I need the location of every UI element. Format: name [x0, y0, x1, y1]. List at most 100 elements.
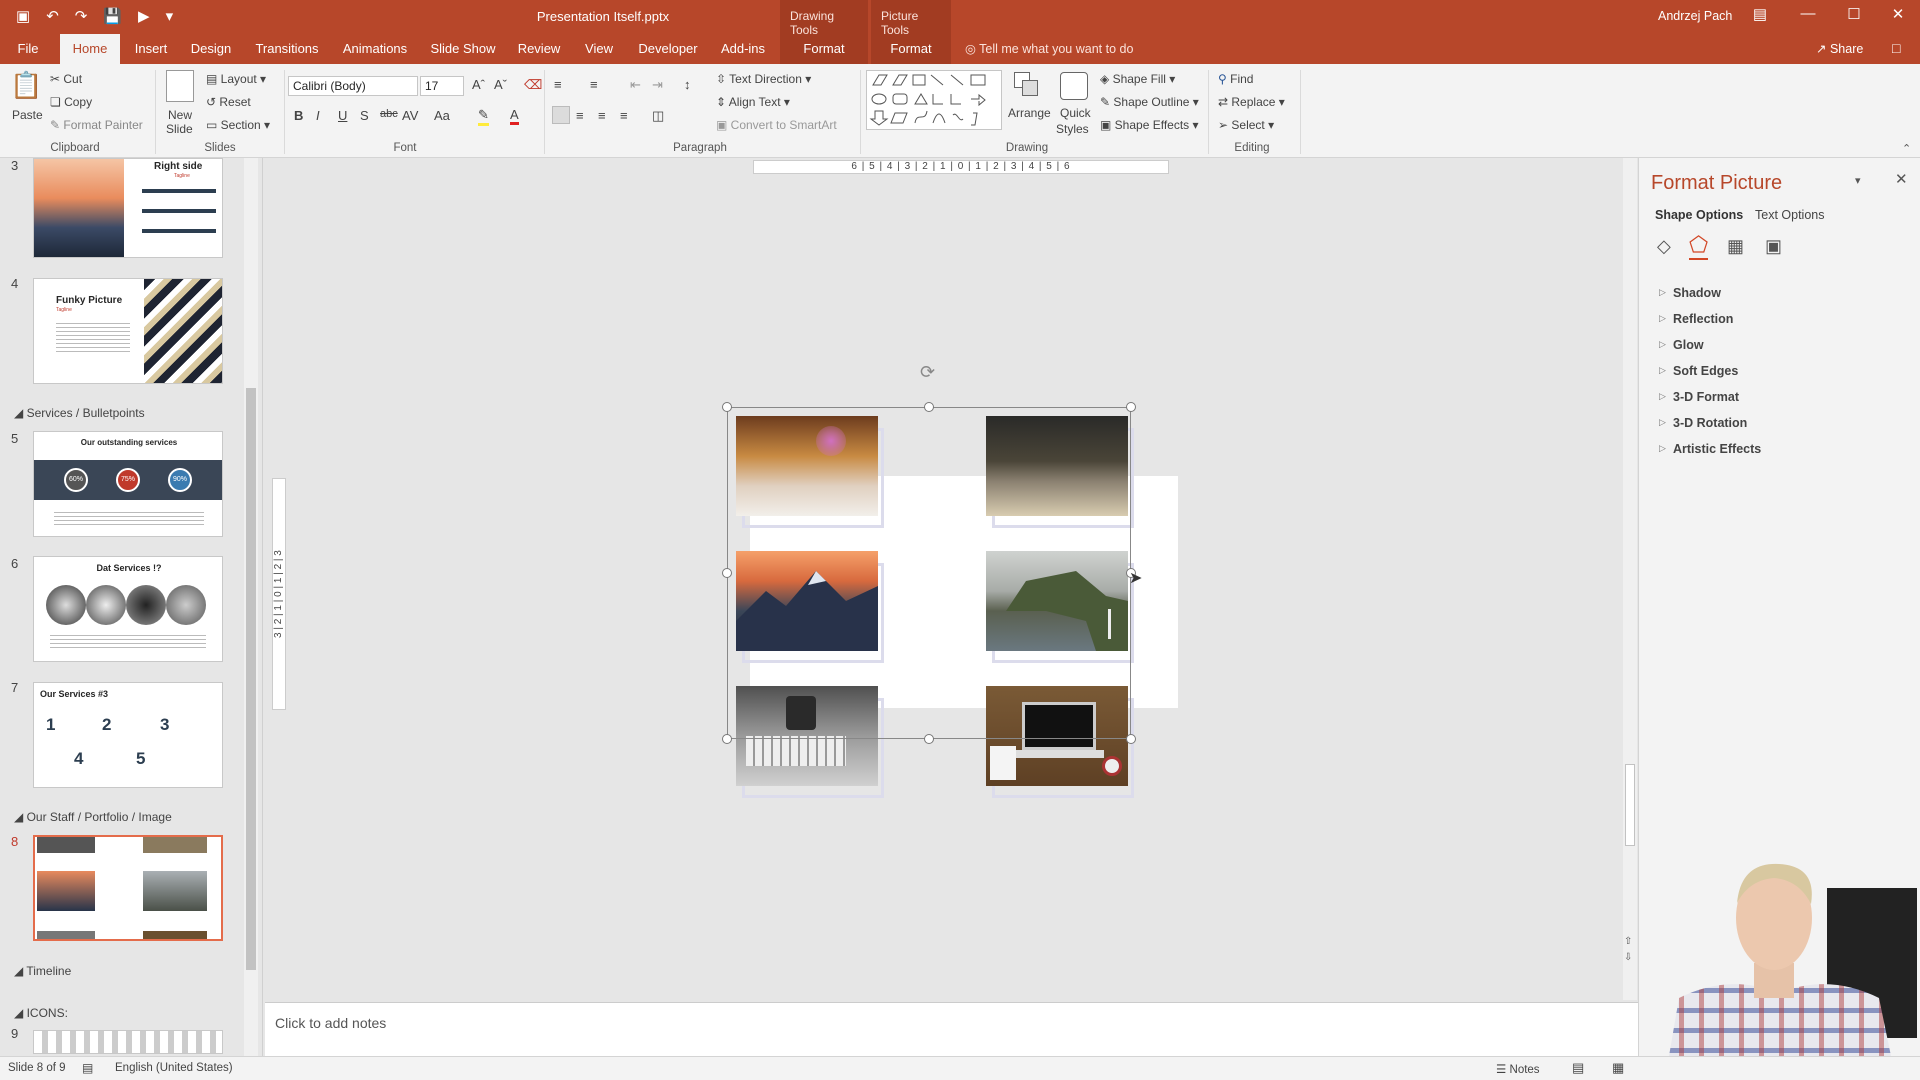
slide-thumbnail-7[interactable]: Our Services #3 1 2 3 4 5: [33, 682, 223, 788]
notes-toggle[interactable]: ☰ Notes: [1496, 1062, 1540, 1076]
slide-thumbnail-5[interactable]: Our outstanding services 60% 75% 90%: [33, 431, 223, 537]
paste-button[interactable]: Paste: [12, 108, 43, 122]
option-shadow[interactable]: Shadow: [1659, 286, 1721, 300]
align-right-icon[interactable]: ≡: [598, 108, 606, 123]
tab-transitions[interactable]: Transitions: [248, 34, 326, 64]
char-spacing-icon[interactable]: AV: [402, 108, 418, 123]
arrange-button[interactable]: Arrange: [1008, 106, 1051, 120]
option-soft-edges[interactable]: Soft Edges: [1659, 364, 1738, 378]
font-name-combo[interactable]: Calibri (Body): [288, 76, 418, 96]
canvas-scrollbar[interactable]: [1623, 158, 1637, 1000]
quick-styles-label-1[interactable]: Quick: [1060, 106, 1091, 120]
tell-me-search[interactable]: ◎ Tell me what you want to do: [965, 41, 1133, 56]
shape-fill-button[interactable]: ◈ Shape Fill ▾: [1100, 72, 1175, 86]
arrange-icon[interactable]: [1014, 72, 1040, 98]
section-services[interactable]: ◢ Services / Bulletpoints: [14, 406, 145, 420]
bullets-icon[interactable]: ≡: [554, 77, 562, 92]
strikethrough-icon[interactable]: abc: [380, 108, 398, 120]
slide-thumbnail-4[interactable]: Funky Picture Tagline: [33, 278, 223, 384]
section-icons[interactable]: ◢ ICONS:: [14, 1006, 68, 1020]
font-color-icon[interactable]: A: [510, 107, 519, 125]
language-indicator[interactable]: English (United States): [115, 1062, 233, 1074]
find-button[interactable]: ⚲ Find: [1218, 72, 1253, 86]
layout-button[interactable]: ▤ Layout ▾: [206, 72, 266, 86]
section-staff[interactable]: ◢ Our Staff / Portfolio / Image: [14, 810, 172, 824]
thumbnails-scroll-thumb[interactable]: [246, 388, 256, 970]
cut-button[interactable]: ✂ Cut: [50, 72, 82, 86]
ribbon-display-icon[interactable]: ▤: [1740, 5, 1780, 23]
close-icon[interactable]: ✕: [1878, 5, 1918, 23]
share-button[interactable]: ↗ Share: [1816, 41, 1863, 56]
copy-button[interactable]: ❏ Copy: [50, 95, 92, 109]
resize-handle-nw[interactable]: [722, 402, 732, 412]
slide-thumbnail-6[interactable]: Dat Services !?: [33, 556, 223, 662]
minimize-icon[interactable]: —: [1788, 5, 1828, 22]
numbering-icon[interactable]: ≡: [590, 77, 598, 92]
option-reflection[interactable]: Reflection: [1659, 312, 1734, 326]
tab-review[interactable]: Review: [514, 34, 564, 64]
resize-handle-se[interactable]: [1126, 734, 1136, 744]
tab-insert[interactable]: Insert: [128, 34, 174, 64]
tab-developer[interactable]: Developer: [634, 34, 702, 64]
collapse-ribbon-icon[interactable]: ⌃: [1902, 142, 1911, 155]
decrease-indent-icon[interactable]: ⇤: [630, 77, 641, 93]
resize-handle-s[interactable]: [924, 734, 934, 744]
align-center-icon[interactable]: ≡: [576, 108, 584, 123]
slide-thumbnail-9[interactable]: [33, 1030, 223, 1054]
shape-outline-button[interactable]: ✎ Shape Outline ▾: [1100, 95, 1199, 109]
tab-drawing-format[interactable]: Format: [780, 34, 868, 64]
fill-line-icon[interactable]: ◇: [1657, 236, 1671, 257]
next-slide-icon[interactable]: ⇩: [1624, 952, 1632, 963]
font-size-combo[interactable]: 17: [420, 76, 464, 96]
tab-design[interactable]: Design: [186, 34, 236, 64]
resize-handle-sw[interactable]: [722, 734, 732, 744]
option-artistic-effects[interactable]: Artistic Effects: [1659, 442, 1761, 456]
user-name[interactable]: Andrzej Pach: [1658, 9, 1732, 23]
maximize-icon[interactable]: ☐: [1834, 5, 1874, 23]
comments-icon[interactable]: □: [1892, 40, 1900, 56]
shape-effects-button[interactable]: ▣ Shape Effects ▾: [1100, 118, 1199, 132]
tab-view[interactable]: View: [576, 34, 622, 64]
normal-view-icon[interactable]: ▤: [1572, 1060, 1584, 1076]
align-text-button[interactable]: ⇕ Align Text ▾: [716, 95, 790, 109]
format-painter-button[interactable]: ✎ Format Painter: [50, 118, 143, 132]
tab-picture-format[interactable]: Format: [871, 34, 951, 64]
prev-slide-icon[interactable]: ⇧: [1624, 936, 1632, 947]
section-button[interactable]: ▭ Section ▾: [206, 118, 270, 132]
text-direction-button[interactable]: ⇳ Text Direction ▾: [716, 72, 811, 86]
new-slide-icon[interactable]: [166, 70, 194, 102]
quick-styles-label-2[interactable]: Styles: [1056, 122, 1089, 136]
convert-smartart-button[interactable]: ▣ Convert to SmartArt: [716, 118, 837, 132]
slide-thumbnail-3[interactable]: Right side Tagline: [33, 158, 223, 258]
underline-icon[interactable]: U: [338, 108, 347, 123]
shapes-gallery[interactable]: [866, 70, 1002, 130]
reset-button[interactable]: ↺ Reset: [206, 95, 251, 109]
quick-styles-icon[interactable]: [1060, 72, 1088, 100]
increase-indent-icon[interactable]: ⇥: [652, 77, 663, 93]
italic-icon[interactable]: I: [316, 108, 320, 123]
replace-button[interactable]: ⇄ Replace ▾: [1218, 95, 1285, 109]
columns-icon[interactable]: ◫: [652, 108, 664, 124]
option-glow[interactable]: Glow: [1659, 338, 1703, 352]
tab-slide-show[interactable]: Slide Show: [424, 34, 502, 64]
new-slide-label-2[interactable]: Slide: [166, 122, 193, 136]
resize-handle-ne[interactable]: [1126, 402, 1136, 412]
tab-home[interactable]: Home: [60, 34, 120, 64]
notes-pane[interactable]: Click to add notes: [265, 1002, 1638, 1056]
change-case-icon[interactable]: Aa: [434, 108, 450, 123]
tab-shape-options[interactable]: Shape Options: [1655, 208, 1743, 222]
highlight-icon[interactable]: ✎: [478, 107, 489, 126]
slide-thumbnail-8[interactable]: [33, 835, 223, 941]
picture-icon[interactable]: ▣: [1765, 236, 1782, 257]
clear-formatting-icon[interactable]: ⌫: [524, 77, 542, 93]
decrease-font-icon[interactable]: Aˇ: [494, 77, 507, 92]
resize-handle-n[interactable]: [924, 402, 934, 412]
section-timeline[interactable]: ◢ Timeline: [14, 964, 71, 978]
slide-sorter-icon[interactable]: ▦: [1612, 1060, 1624, 1076]
justify-icon[interactable]: ≡: [620, 108, 628, 123]
effects-icon[interactable]: ⬠: [1689, 232, 1709, 260]
pane-close-icon[interactable]: ✕: [1895, 170, 1908, 188]
tab-file[interactable]: File: [10, 34, 46, 64]
option-3d-format[interactable]: 3-D Format: [1659, 390, 1739, 404]
spellcheck-icon[interactable]: ▤: [82, 1061, 93, 1075]
